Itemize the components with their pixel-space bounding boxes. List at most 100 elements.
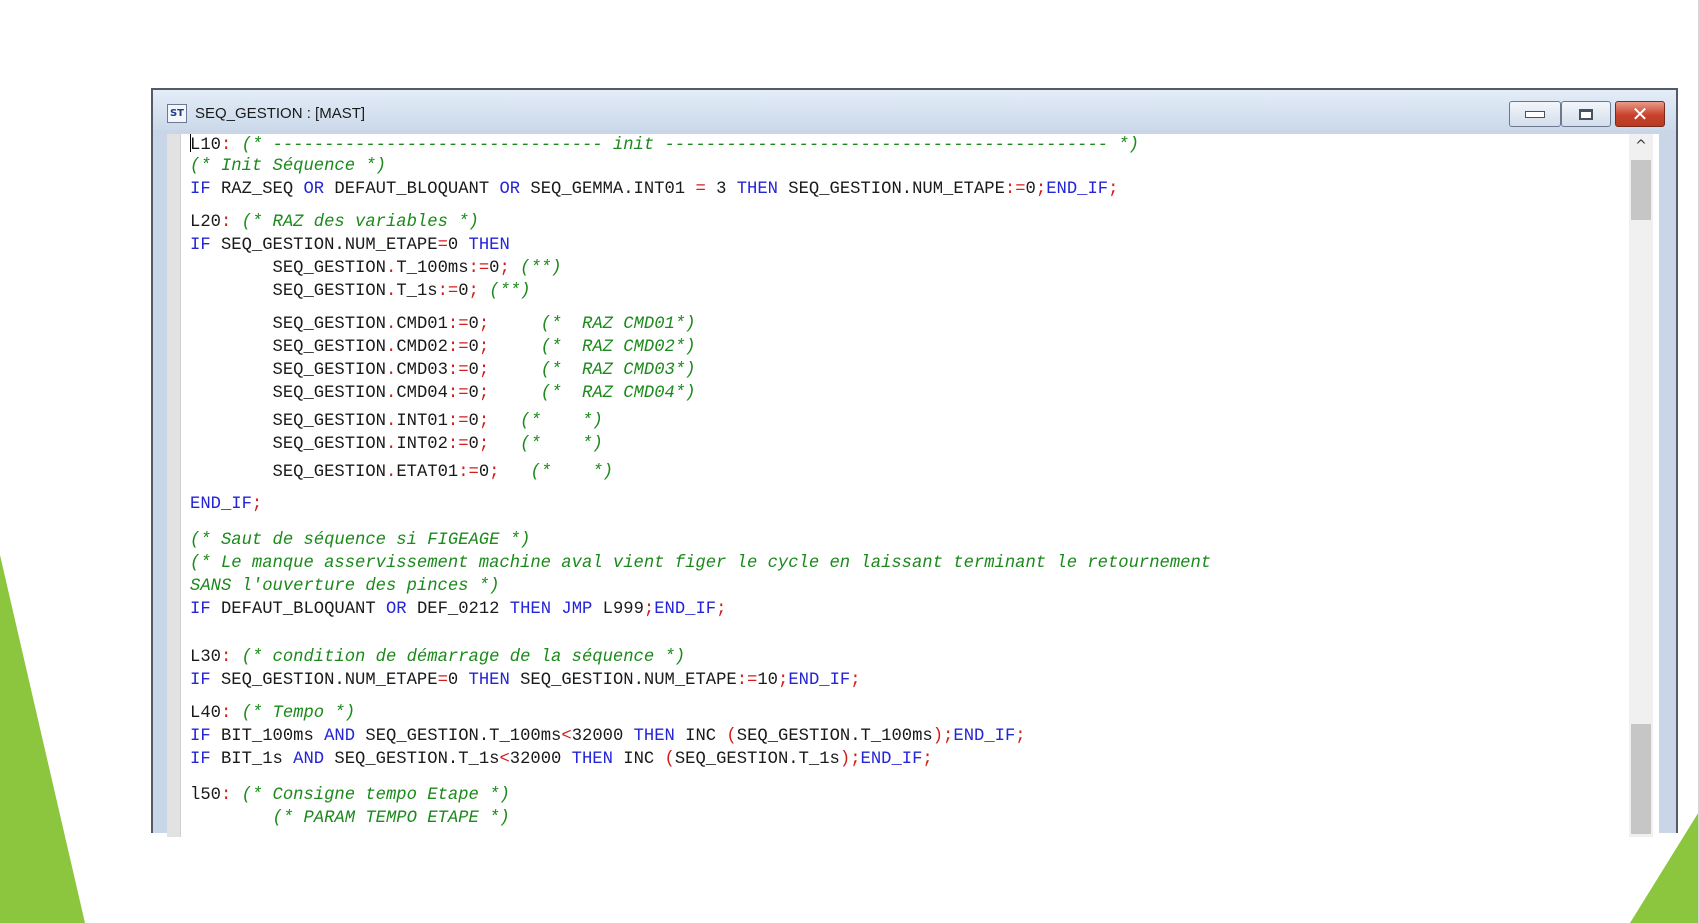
code-token: SEQ_GESTION [190, 282, 386, 301]
close-icon: ✕ [1631, 102, 1649, 126]
code-token: SEQ_GESTION.T_100ms [736, 727, 933, 746]
code-token: DEFAUT_BLOQUANT [324, 180, 500, 199]
code-token: l50 [190, 786, 221, 805]
code-token: SEQ_GESTION.NUM_ETAPE [210, 236, 438, 255]
code-token: THEN [633, 727, 675, 746]
code-line[interactable]: IF BIT_1s AND SEQ_GESTION.T_1s<32000 THE… [190, 750, 933, 769]
code-token: ; [478, 384, 490, 403]
code-token: 0 [489, 259, 500, 278]
code-token: ; [468, 282, 479, 301]
code-token: END_IF [860, 750, 923, 769]
code-line[interactable]: L40: (* Tempo *) [190, 704, 355, 723]
code-token: := [437, 282, 459, 301]
code-token: (* RAZ CMD01*) [489, 315, 696, 334]
code-token: IF [190, 727, 211, 746]
code-token: (**) [478, 282, 531, 301]
code-token: . [385, 463, 397, 482]
maximize-icon [1579, 108, 1593, 120]
scrollbar-track-segment[interactable] [1631, 724, 1651, 834]
code-token: CMD04 [396, 384, 448, 403]
code-line[interactable]: (* PARAM TEMPO ETAPE *) [190, 809, 510, 828]
code-token: := [447, 315, 469, 334]
code-token: . [385, 259, 397, 278]
code-line[interactable]: SEQ_GESTION.INT01:=0; (* *) [190, 412, 603, 431]
code-token: . [385, 435, 397, 454]
code-line[interactable]: L30: (* condition de démarrage de la séq… [190, 648, 685, 667]
code-token: (* PARAM TEMPO ETAPE *) [190, 809, 510, 828]
code-token: := [447, 338, 469, 357]
code-token: = [437, 236, 448, 255]
code-token: (* *) [499, 463, 613, 482]
code-token: ; [478, 412, 490, 431]
code-token: := [468, 259, 490, 278]
code-token: (* RAZ CMD03*) [489, 361, 696, 380]
code-token: < [499, 750, 510, 769]
code-line[interactable]: (* Init Séquence *) [190, 157, 386, 176]
title-bar[interactable]: ST SEQ_GESTION : [MAST] ✕ [153, 90, 1676, 130]
code-token: 0 [468, 435, 479, 454]
code-line[interactable]: IF SEQ_GESTION.NUM_ETAPE=0 THEN SEQ_GEST… [190, 671, 861, 690]
code-line[interactable]: END_IF; [190, 495, 262, 514]
code-token: AND [324, 727, 356, 746]
code-token: := [447, 412, 469, 431]
scroll-up-icon[interactable]: ^ [1629, 134, 1653, 158]
st-language-icon: ST [167, 104, 187, 123]
code-line[interactable]: SEQ_GESTION.T_1s:=0; (**) [190, 282, 531, 301]
left-green-triangle [0, 555, 85, 923]
code-line[interactable]: l50: (* Consigne tempo Etape *) [190, 786, 510, 805]
code-token: SEQ_GESTION [190, 361, 386, 380]
code-token: ; [251, 495, 263, 514]
code-token: ; [716, 600, 727, 619]
code-token: OR [303, 180, 325, 199]
code-area[interactable]: L10: (* --------------------------------… [190, 134, 1619, 837]
code-line[interactable]: SEQ_GESTION.INT02:=0; (* *) [190, 435, 603, 454]
code-token: INC [612, 750, 665, 769]
code-token: : [220, 213, 232, 232]
code-line[interactable]: (* Saut de séquence si FIGEAGE *) [190, 531, 530, 550]
code-token: ; [478, 338, 490, 357]
code-token: = [437, 671, 448, 690]
code-token: 32000 [571, 727, 634, 746]
code-token: : [220, 786, 232, 805]
code-token: L20 [190, 213, 221, 232]
code-token: ; [478, 435, 490, 454]
code-token: END_IF [1046, 180, 1109, 199]
code-token: T_100ms [396, 259, 469, 278]
code-token: OR [499, 180, 521, 199]
code-token: SEQ_GESTION.NUM_ETAPE [210, 671, 438, 690]
code-line[interactable]: SANS l'ouverture des pinces *) [190, 577, 499, 596]
code-line[interactable]: IF RAZ_SEQ OR DEFAUT_BLOQUANT OR SEQ_GEM… [190, 180, 1118, 199]
code-token: ; [922, 750, 933, 769]
code-line[interactable]: SEQ_GESTION.CMD01:=0; (* RAZ CMD01*) [190, 315, 696, 334]
code-line[interactable]: L20: (* RAZ des variables *) [190, 213, 479, 232]
code-token: SEQ_GESTION.T_100ms [355, 727, 562, 746]
code-token: THEN [571, 750, 613, 769]
code-token: (**) [509, 259, 562, 278]
maximize-button[interactable] [1561, 101, 1611, 127]
code-line[interactable]: SEQ_GESTION.CMD02:=0; (* RAZ CMD02*) [190, 338, 696, 357]
code-token: 0 [468, 384, 479, 403]
editor-window: ST SEQ_GESTION : [MAST] ✕ L10: (* ------… [151, 88, 1678, 837]
code-line[interactable]: (* Le manque asservissement machine aval… [190, 554, 1211, 573]
code-line[interactable]: SEQ_GESTION.ETAT01:=0; (* *) [190, 463, 613, 482]
code-line[interactable]: L10: (* --------------------------------… [190, 134, 1139, 155]
code-line[interactable]: IF SEQ_GESTION.NUM_ETAPE=0 THEN [190, 236, 510, 255]
code-line[interactable]: IF DEFAUT_BLOQUANT OR DEF_0212 THEN JMP … [190, 600, 726, 619]
code-line[interactable]: SEQ_GESTION.CMD03:=0; (* RAZ CMD03*) [190, 361, 696, 380]
code-token: SEQ_GESTION.NUM_ETAPE [777, 180, 1005, 199]
code-line[interactable]: IF BIT_100ms AND SEQ_GESTION.T_100ms<320… [190, 727, 1026, 746]
code-token: END_IF [654, 600, 717, 619]
code-editor[interactable]: L10: (* --------------------------------… [167, 134, 1659, 837]
code-token: (* RAZ CMD02*) [489, 338, 696, 357]
code-line[interactable]: SEQ_GESTION.T_100ms:=0; (**) [190, 259, 562, 278]
code-token: THEN [509, 600, 552, 619]
code-token: < [561, 727, 572, 746]
vertical-scrollbar[interactable]: ^ [1629, 134, 1653, 837]
minimize-button[interactable] [1509, 101, 1561, 127]
scrollbar-thumb[interactable] [1631, 160, 1651, 220]
close-button[interactable]: ✕ [1615, 101, 1665, 127]
code-token: SANS l'ouverture des pinces *) [190, 577, 500, 596]
code-token: DEF_0212 [406, 600, 510, 619]
code-line[interactable]: SEQ_GESTION.CMD04:=0; (* RAZ CMD04*) [190, 384, 696, 403]
code-token: RAZ_SEQ [210, 180, 304, 199]
